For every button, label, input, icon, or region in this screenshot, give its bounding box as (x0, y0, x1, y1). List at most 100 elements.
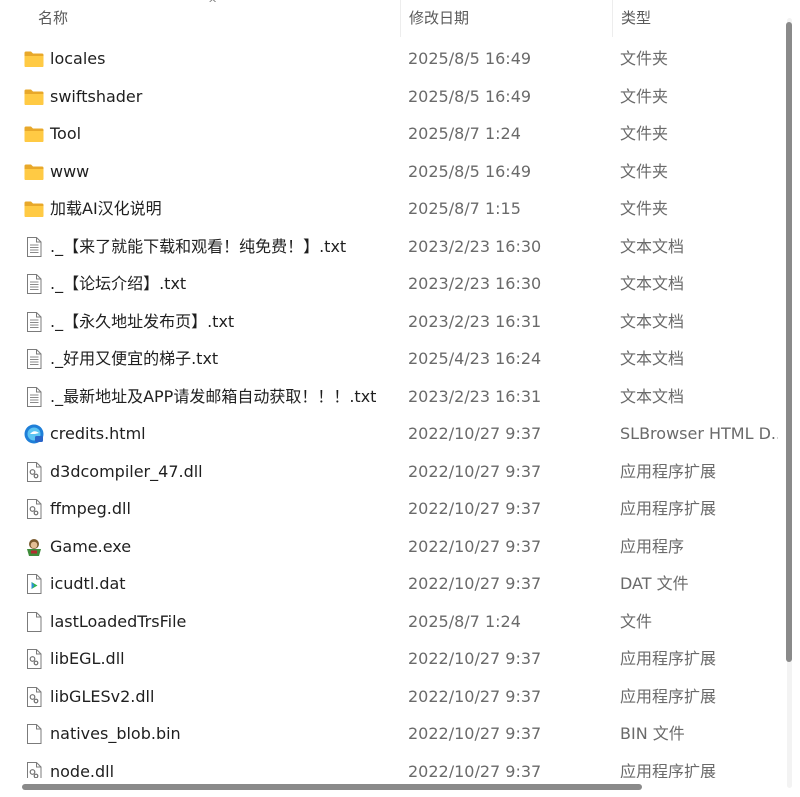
file-row[interactable]: 加载AI汉化说明 2025/8/7 1:15 文件夹 (0, 190, 778, 228)
file-type: 文件夹 (620, 199, 669, 218)
file-row[interactable]: locales 2025/8/5 16:49 文件夹 (0, 40, 778, 78)
file-modified-date: 2025/8/7 1:15 (408, 199, 521, 218)
folder-icon (23, 198, 45, 220)
file-name: credits.html (50, 424, 146, 443)
file-row[interactable]: www 2025/8/5 16:49 文件夹 (0, 153, 778, 191)
file-modified-date: 2023/2/23 16:30 (408, 236, 542, 256)
file-type: 文件 (620, 611, 653, 631)
folder-icon (23, 86, 45, 108)
blank-file-icon (23, 723, 45, 745)
file-row[interactable]: natives_blob.bin 2022/10/27 9:37 BIN 文件 (0, 715, 778, 753)
column-header-date[interactable]: 修改日期 (400, 0, 612, 37)
file-name: ._好用又便宜的梯子.txt (50, 349, 219, 368)
file-name: libEGL.dll (50, 649, 125, 668)
file-name: locales (50, 49, 106, 68)
file-name: lastLoadedTrsFile (50, 611, 187, 631)
file-row[interactable]: d3dcompiler_47.dll 2022/10/27 9:37 应用程序扩展 (0, 453, 778, 491)
folder-icon (23, 161, 45, 183)
file-row[interactable]: Game.exe 2022/10/27 9:37 应用程序 (0, 528, 778, 566)
file-name: ._【来了就能下载和观看！纯免费！】.txt (50, 236, 347, 256)
file-modified-date: 2022/10/27 9:37 (408, 686, 542, 706)
browser-icon (23, 423, 45, 445)
text-document-icon (23, 236, 45, 258)
column-header-date-label: 修改日期 (409, 9, 470, 27)
dll-icon (23, 498, 45, 520)
file-modified-date: 2022/10/27 9:37 (408, 536, 542, 556)
file-name: libGLESv2.dll (50, 686, 155, 706)
text-document-icon (23, 273, 45, 295)
file-type: 应用程序扩展 (620, 649, 717, 668)
file-modified-date: 2023/2/23 16:31 (408, 311, 542, 331)
file-modified-date: 2023/2/23 16:31 (408, 386, 542, 406)
file-modified-date: 2022/10/27 9:37 (408, 424, 542, 443)
file-row[interactable]: ._好用又便宜的梯子.txt 2025/4/23 16:24 文本文档 (0, 340, 778, 378)
vertical-scrollbar[interactable] (778, 0, 800, 797)
column-header-type[interactable]: 类型 (612, 0, 778, 37)
column-header-bar: 名称 ^ 修改日期 类型 (0, 0, 778, 37)
file-name: Game.exe (50, 536, 132, 556)
file-row[interactable]: ._【来了就能下载和观看！纯免费！】.txt 2023/2/23 16:30 文本文… (0, 228, 778, 266)
file-name: natives_blob.bin (50, 724, 181, 743)
file-type: 应用程序扩展 (620, 499, 717, 518)
dll-icon (23, 648, 45, 670)
file-name: d3dcompiler_47.dll (50, 461, 203, 481)
file-name: Tool (50, 124, 82, 143)
file-row[interactable]: ._【论坛介绍】.txt 2023/2/23 16:30 文本文档 (0, 265, 778, 303)
file-name: ._【论坛介绍】.txt (50, 274, 187, 293)
file-modified-date: 2025/8/7 1:24 (408, 124, 521, 143)
file-row[interactable]: icudtl.dat 2022/10/27 9:37 DAT 文件 (0, 565, 778, 603)
file-modified-date: 2022/10/27 9:37 (408, 499, 542, 518)
file-type: 文本文档 (620, 386, 685, 406)
file-row[interactable]: credits.html 2022/10/27 9:37 SLBrowser HTM… (0, 415, 778, 453)
file-name: www (50, 161, 90, 181)
column-header-name[interactable]: 名称 (0, 0, 400, 37)
file-modified-date: 2025/4/23 16:24 (408, 349, 542, 368)
sort-ascending-icon: ^ (208, 0, 218, 10)
file-modified-date: 2022/10/27 9:37 (408, 574, 542, 593)
file-modified-date: 2022/10/27 9:37 (408, 461, 542, 481)
folder-icon (23, 48, 45, 70)
horizontal-scrollbar-thumb[interactable] (22, 784, 642, 790)
column-header-name-label: 名称 (38, 9, 69, 27)
file-name: icudtl.dat (50, 574, 126, 593)
file-type: BIN 文件 (620, 724, 685, 743)
file-type: 文本文档 (620, 274, 685, 293)
blank-file-icon (23, 611, 45, 633)
file-row[interactable]: swiftshader 2025/8/5 16:49 文件夹 (0, 78, 778, 116)
file-row[interactable]: Tool 2025/8/7 1:24 文件夹 (0, 115, 778, 153)
horizontal-scrollbar[interactable] (0, 778, 778, 797)
file-type: DAT 文件 (620, 574, 689, 593)
file-type: 应用程序扩展 (620, 686, 717, 706)
file-list: locales 2025/8/5 16:49 文件夹 swiftshader 2025/… (0, 40, 778, 790)
file-explorer-list: 名称 ^ 修改日期 类型 locales 2025/8/5 16:49 文件夹 swi… (0, 0, 800, 797)
file-row[interactable]: lastLoadedTrsFile 2025/8/7 1:24 文件 (0, 603, 778, 641)
folder-icon (23, 123, 45, 145)
file-row[interactable]: ._最新地址及APP请发邮箱自动获取！！！.txt 2023/2/23 16:31… (0, 378, 778, 416)
file-name: swiftshader (50, 86, 143, 106)
file-type: 文本文档 (620, 311, 685, 331)
file-row[interactable]: ._【永久地址发布页】.txt 2023/2/23 16:31 文本文档 (0, 303, 778, 341)
file-type: 文件夹 (620, 49, 669, 68)
dll-icon (23, 461, 45, 483)
file-type: 文件夹 (620, 124, 669, 143)
file-modified-date: 2025/8/7 1:24 (408, 611, 521, 631)
file-modified-date: 2025/8/5 16:49 (408, 161, 532, 181)
file-row[interactable]: libEGL.dll 2022/10/27 9:37 应用程序扩展 (0, 640, 778, 678)
media-file-icon (23, 573, 45, 595)
file-row[interactable]: libGLESv2.dll 2022/10/27 9:37 应用程序扩展 (0, 678, 778, 716)
file-type: 应用程序 (620, 536, 685, 556)
text-document-icon (23, 311, 45, 333)
game-app-icon (23, 536, 45, 558)
file-type: 文件夹 (620, 161, 669, 181)
file-row[interactable]: ffmpeg.dll 2022/10/27 9:37 应用程序扩展 (0, 490, 778, 528)
file-type: 文本文档 (620, 236, 685, 256)
column-header-type-label: 类型 (621, 9, 652, 27)
vertical-scrollbar-thumb[interactable] (786, 22, 792, 662)
file-modified-date: 2022/10/27 9:37 (408, 724, 542, 743)
text-document-icon (23, 386, 45, 408)
file-type: 文本文档 (620, 349, 685, 368)
file-name: ffmpeg.dll (50, 499, 131, 518)
dll-icon (23, 686, 45, 708)
file-modified-date: 2025/8/5 16:49 (408, 49, 532, 68)
file-type: 应用程序扩展 (620, 461, 717, 481)
